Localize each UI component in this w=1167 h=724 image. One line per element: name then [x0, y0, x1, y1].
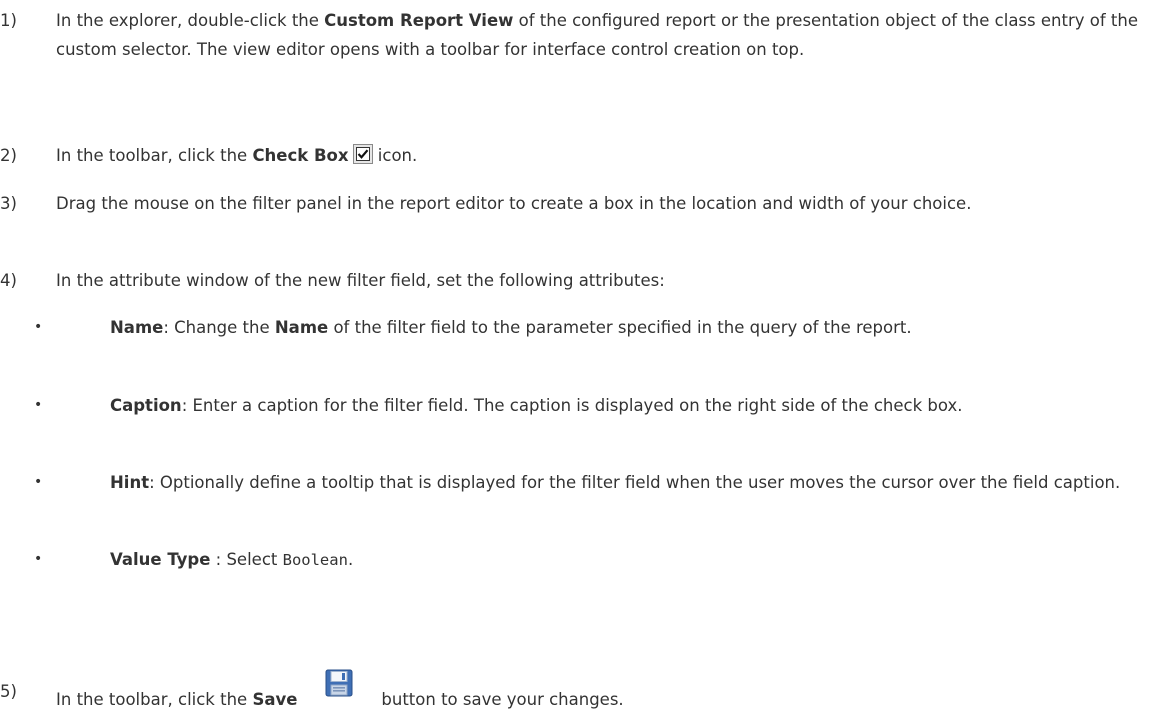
attribute-item-value-type: • Value Type : Select Boolean.: [0, 545, 1160, 575]
save-icon: [325, 669, 353, 697]
bullet-dot: •: [34, 474, 43, 490]
step-number: 3): [0, 194, 17, 213]
step-text: Drag the mouse on the filter panel in th…: [56, 189, 1160, 218]
step-text-segment: In the explorer, double-click the: [56, 11, 325, 30]
step-number: 1): [0, 11, 17, 30]
step-number: 5): [0, 682, 17, 701]
step-1: 1) In the explorer, double-click the Cus…: [0, 6, 1160, 64]
step-bold-term: Check Box: [252, 146, 349, 165]
step-bold-term: Custom Report View: [324, 11, 514, 30]
attribute-label: Hint: [110, 473, 150, 492]
step-number: 2): [0, 146, 17, 165]
bullet-dot: •: [34, 319, 43, 335]
step-3: 3) Drag the mouse on the filter panel in…: [0, 189, 1160, 218]
step-text-segment: Drag the mouse on the filter panel in th…: [56, 194, 972, 213]
attribute-text-segment: of the filter field to the parameter spe…: [328, 318, 912, 337]
bullet-dot: •: [34, 551, 43, 567]
attribute-text: Value Type : Select Boolean.: [110, 545, 1160, 575]
attribute-text-segment: : Change the: [163, 318, 275, 337]
attribute-item-name: • Name: Change the Name of the filter fi…: [0, 313, 1160, 342]
attribute-text-segment: : Select: [210, 550, 283, 569]
step-text-segment: In the attribute window of the new filte…: [56, 271, 665, 290]
step-text-segment: icon.: [372, 146, 418, 165]
attribute-text-segment: : Optionally define a tooltip that is di…: [149, 473, 1121, 492]
step-5: 5) In the toolbar, click the Save button…: [0, 669, 1160, 714]
attribute-label: Caption: [110, 396, 182, 415]
checkbox-icon: [352, 144, 373, 164]
attribute-item-caption: • Caption: Enter a caption for the filte…: [0, 391, 1160, 420]
step-text-segment: button to save your changes.: [381, 690, 624, 709]
attribute-text-segment: : Enter a caption for the filter field. …: [181, 396, 963, 415]
step-4: 4) In the attribute window of the new fi…: [0, 266, 1160, 295]
attribute-label: Value Type: [110, 550, 211, 569]
attribute-text: Hint: Optionally define a tooltip that i…: [110, 468, 1160, 497]
attribute-text: Name: Change the Name of the filter fiel…: [110, 313, 1160, 342]
step-text: In the attribute window of the new filte…: [56, 266, 1160, 295]
step-text-segment: In the toolbar, click the: [56, 146, 253, 165]
code-value: Boolean: [282, 551, 348, 569]
attribute-item-hint: • Hint: Optionally define a tooltip that…: [0, 468, 1160, 497]
step-text-segment: In the toolbar, click the: [56, 690, 253, 709]
attribute-text: Caption: Enter a caption for the filter …: [110, 391, 1160, 420]
step-text: In the toolbar, click the Check Box icon…: [56, 141, 1160, 170]
attribute-text-segment: .: [347, 550, 354, 569]
step-2: 2) In the toolbar, click the Check Box i…: [0, 141, 1160, 170]
step-text: In the toolbar, click the Save button to…: [56, 669, 1160, 714]
instruction-document: 1) In the explorer, double-click the Cus…: [0, 0, 1167, 724]
bullet-dot: •: [34, 397, 43, 413]
step-bold-term: Save: [252, 690, 298, 709]
step-text: In the explorer, double-click the Custom…: [56, 6, 1160, 64]
attribute-label: Name: [110, 318, 164, 337]
attribute-bold-term: Name: [274, 318, 329, 337]
step-number: 4): [0, 271, 17, 290]
